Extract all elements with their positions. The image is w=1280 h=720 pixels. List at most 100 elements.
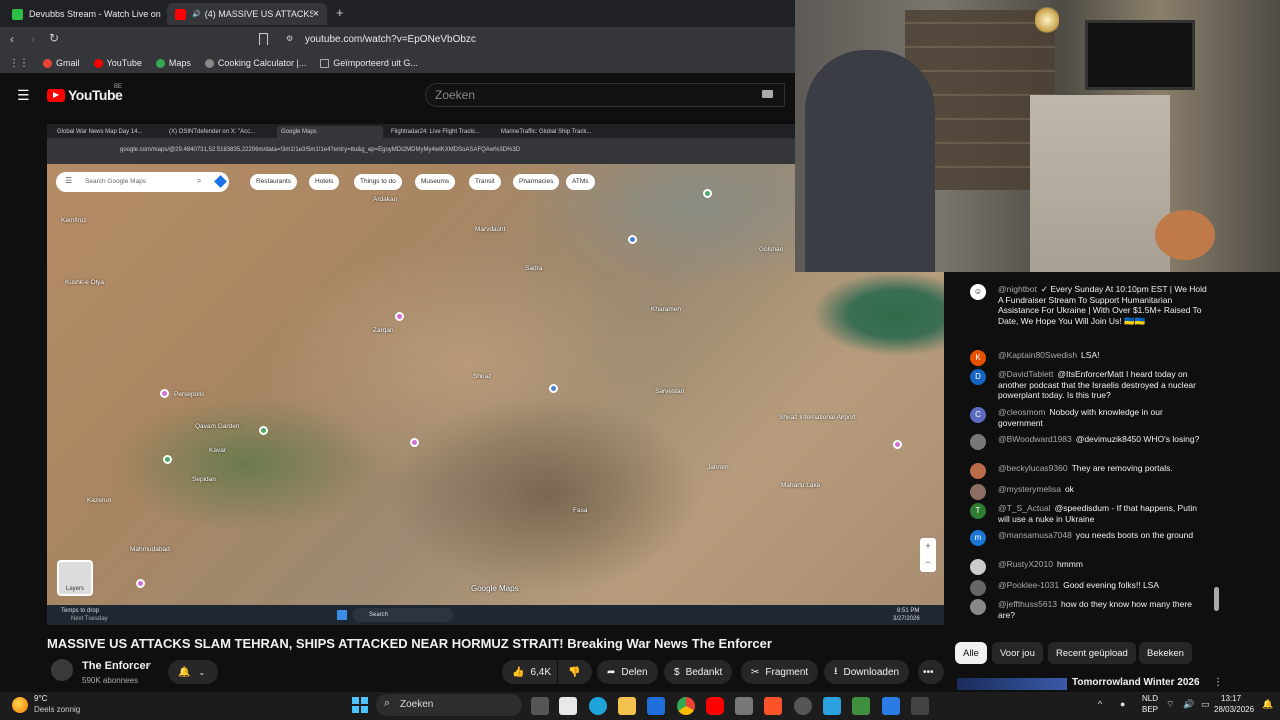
chat-author[interactable]: @T_S_Actual (998, 503, 1051, 513)
map-pin-icon (160, 389, 169, 398)
recommended-thumbnail[interactable] (957, 678, 1067, 690)
share-button[interactable]: ➦ Delen (597, 660, 658, 684)
bookmark-gmail[interactable]: Gmail (43, 58, 80, 68)
keyboard-icon[interactable] (762, 90, 773, 98)
notification-icon[interactable]: 🔔 (1262, 699, 1273, 710)
new-tab-button[interactable]: + (336, 5, 344, 20)
chat-author[interactable]: @RustyX2010 (998, 559, 1053, 569)
chat-message: D @DavidTablett @ItsEnforcerMatt I heard … (970, 369, 1210, 401)
task-view-icon[interactable] (531, 697, 549, 715)
site-info-icon[interactable]: ⚙ (286, 34, 293, 43)
battery-icon[interactable]: ▭ (1201, 699, 1210, 710)
back-icon[interactable]: ‹ (10, 32, 14, 46)
address-bar[interactable]: youtube.com/watch?v=EpONeVbObzc (305, 34, 476, 45)
chip-recent[interactable]: Recent geüpload (1048, 642, 1136, 664)
map-chip: Things to do (354, 174, 402, 190)
notepad-icon[interactable] (911, 697, 929, 715)
weather-temp: 9°C (34, 694, 48, 703)
bookmark-maps[interactable]: Maps (155, 58, 191, 68)
chip-watched[interactable]: Bekeken (1139, 642, 1192, 664)
chip-for-you[interactable]: Voor jou (992, 642, 1043, 664)
weather-icon[interactable] (12, 697, 28, 713)
chat-author[interactable]: @cleosmom (998, 407, 1045, 417)
browser-tab-youtube[interactable]: 🔊 (4) MASSIVE US ATTACKS SLA × (167, 3, 327, 25)
channel-avatar[interactable] (51, 659, 73, 681)
obs-icon[interactable] (794, 697, 812, 715)
keyboard-code[interactable]: BEP (1142, 705, 1158, 714)
close-tab-icon[interactable]: × (313, 8, 319, 20)
volume-icon[interactable]: 🔊 (1183, 699, 1194, 710)
youtube-icon (93, 58, 103, 68)
taskbar-search[interactable]: Zoeken (376, 694, 522, 716)
tab-label: (4) MASSIVE US ATTACKS SLA (204, 9, 313, 19)
chat-author[interactable]: @jeffthuss5613 (998, 599, 1057, 609)
bookmark-youtube[interactable]: YouTube (93, 58, 142, 68)
app-icon[interactable] (852, 697, 870, 715)
bookmark-folder[interactable]: Geïmporteerd uit G... (320, 58, 418, 68)
clock-time[interactable]: 13:17 (1221, 694, 1241, 703)
captured-date: 3/27/2026 (893, 616, 920, 622)
place-label: Sadra (525, 265, 543, 272)
map-pin-icon (410, 438, 419, 447)
search-input[interactable]: Zoeken (425, 83, 785, 107)
like-button[interactable]: 👍 6,4K (502, 660, 557, 684)
map-pin-icon (628, 235, 637, 244)
chat-scrollbar[interactable] (1214, 587, 1219, 611)
outlook-icon[interactable] (647, 697, 665, 715)
download-button[interactable]: ⭳ Downloaden (824, 660, 910, 684)
menu-icon[interactable]: ☰ (17, 87, 30, 104)
forward-icon[interactable]: › (31, 32, 35, 46)
map-search-placeholder: Search Google Maps (85, 178, 147, 185)
map-watermark: Google Maps (471, 584, 519, 593)
chip-all[interactable]: Alle (955, 642, 987, 664)
map-pin-icon (549, 384, 558, 393)
chat-author[interactable]: @Kaptain80Swedish (998, 350, 1077, 360)
place-label: Kamfiruz (61, 217, 87, 224)
calculator-icon[interactable] (735, 697, 753, 715)
chat-author[interactable]: @mysterymelisa (998, 484, 1061, 494)
clip-button[interactable]: ✂ Fragment (741, 660, 819, 684)
bookmark-cooking-calculator[interactable]: Cooking Calculator |... (204, 58, 306, 68)
more-vert-icon[interactable]: ⋮ (1213, 677, 1223, 688)
wifi-icon[interactable]: ⌔ (1166, 699, 1174, 710)
region-code: BE (114, 84, 123, 90)
chevron-up-icon[interactable]: ^ (1098, 699, 1102, 709)
brave-icon[interactable] (764, 697, 782, 715)
chat-author[interactable]: @Pooklee-1031 (998, 580, 1059, 590)
chrome-icon[interactable] (677, 697, 695, 715)
chat-author[interactable]: @DavidTablett (998, 369, 1053, 379)
bookmarks-bar: ⋮⋮ Gmail YouTube Maps Cooking Calculator… (0, 53, 795, 73)
chat-author[interactable]: @mansamusa7048 (998, 530, 1072, 540)
person-silhouette-image (805, 50, 935, 272)
menu-icon: ☰ (65, 176, 73, 185)
play-icon (53, 92, 59, 98)
youtube-icon[interactable] (706, 697, 724, 715)
mic-icon[interactable]: ● (1120, 699, 1125, 709)
map-chip: Transit (469, 174, 501, 190)
recommended-title[interactable]: Tomorrowland Winter 2026 (1072, 677, 1200, 688)
like-count: 6,4K (530, 666, 552, 678)
directions-icon (214, 175, 227, 188)
apps-grid-icon[interactable]: ⋮⋮ (9, 58, 29, 69)
channel-name[interactable]: The Enforcer (82, 660, 150, 672)
reload-icon[interactable]: ↻ (49, 31, 59, 45)
language-code[interactable]: NLD (1142, 694, 1158, 703)
edge-icon[interactable] (589, 697, 607, 715)
cooking-icon (204, 58, 214, 68)
browser-tab-kick[interactable]: Devubbs Stream - Watch Live on (4, 3, 164, 25)
vpn-icon[interactable] (882, 697, 900, 715)
subscribed-button[interactable]: 🔔 ⌄ (168, 660, 218, 684)
chat-author[interactable]: @nightbot (998, 284, 1037, 294)
telegram-icon[interactable] (823, 697, 841, 715)
bookmark-icon[interactable] (259, 33, 268, 45)
dislike-button[interactable]: 👎 (558, 660, 592, 684)
more-actions-button[interactable]: ••• (918, 660, 944, 684)
chat-author[interactable]: @BWoodward1983 (998, 434, 1072, 444)
chat-author[interactable]: @beckylucas9360 (998, 463, 1068, 473)
windows-start-icon[interactable] (352, 697, 368, 713)
clock-date[interactable]: 28/03/2026 (1214, 705, 1254, 714)
thanks-button[interactable]: $ Bedankt (664, 660, 733, 684)
file-explorer-icon[interactable] (618, 697, 636, 715)
store-icon[interactable] (559, 697, 577, 715)
weather-title: Temps to drop (61, 608, 100, 614)
